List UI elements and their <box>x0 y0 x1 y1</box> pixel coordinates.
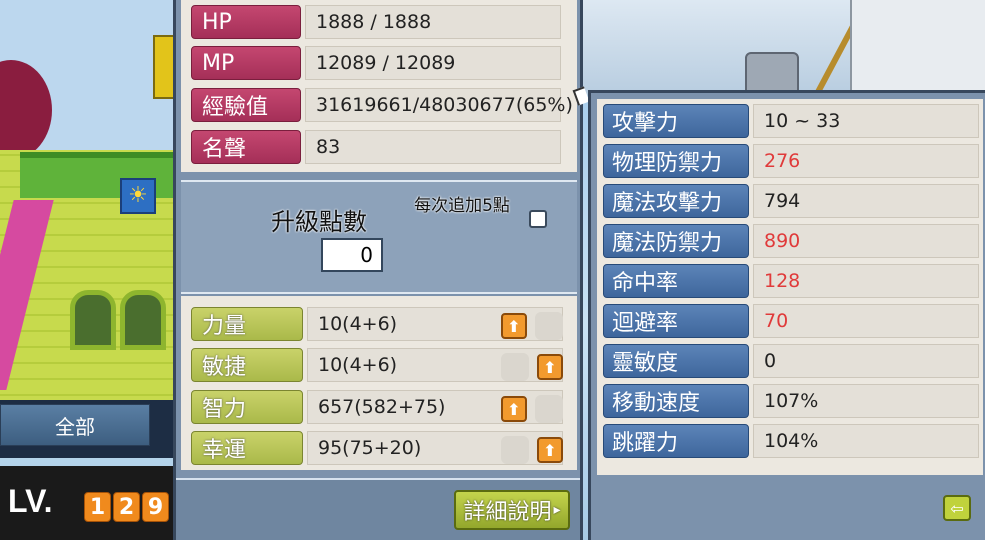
add-int-button[interactable]: ⬆ <box>501 396 527 422</box>
detail-value: 70 <box>753 304 979 338</box>
detail-label: 靈敏度 <box>603 344 749 378</box>
castle-window <box>70 290 116 350</box>
detail-row-attack: 攻擊力 10 ~ 33 <box>603 103 979 139</box>
ability-points-section: 升級點數 0 每次追加5點 <box>181 180 577 294</box>
detail-row-wdef: 物理防禦力 276 <box>603 143 979 179</box>
stat-row-fame: 名聲 83 <box>191 129 561 165</box>
detail-button[interactable]: 詳細說明 ▸ <box>454 490 570 530</box>
detail-value: 794 <box>753 184 979 218</box>
main-stats-section: 力量 10(4+6) ⬆ 敏捷 10(4+6) ⬆ 智力 657(582+75)… <box>181 296 577 470</box>
detail-row-jump: 跳躍力 104% <box>603 423 979 459</box>
disabled-slot <box>535 312 563 340</box>
stat-value: 1888 / 1888 <box>305 5 561 39</box>
disabled-slot <box>501 436 529 464</box>
stat-label: 力量 <box>191 307 303 341</box>
stat-window: HP 1888 / 1888 MP 12089 / 12089 經驗值 3161… <box>173 0 583 540</box>
level-digit: 2 <box>113 492 140 522</box>
sun-icon: ☀ <box>120 178 156 214</box>
detail-stats-section: 攻擊力 10 ~ 33 物理防禦力 276 魔法攻擊力 794 魔法防禦力 89… <box>597 99 983 475</box>
level-digit: 9 <box>142 492 169 522</box>
stat-value: 31619661/48030677(65%) <box>305 88 573 122</box>
stat-row-exp: 經驗值 31619661/48030677(65%) <box>191 87 573 123</box>
stat-label: 幸運 <box>191 431 303 465</box>
add-luk-button[interactable]: ⬆ <box>537 437 563 463</box>
detail-button-label: 詳細說明 <box>463 500 552 525</box>
ability-points-value: 0 <box>321 238 383 272</box>
level-digit: 1 <box>84 492 111 522</box>
collapse-button[interactable]: ⇦ <box>943 495 971 521</box>
castle-window <box>120 290 166 350</box>
detail-row-matk: 魔法攻擊力 794 <box>603 183 979 219</box>
detail-value: 0 <box>753 344 979 378</box>
stat-label: MP <box>191 46 301 80</box>
detail-label: 攻擊力 <box>603 104 749 138</box>
level-label: LV. <box>8 483 53 519</box>
detail-label: 命中率 <box>603 264 749 298</box>
tab-all[interactable]: 全部 <box>0 404 150 446</box>
stat-value: 12089 / 12089 <box>305 46 561 80</box>
stat-label: HP <box>191 5 301 39</box>
detail-value: 107% <box>753 384 979 418</box>
arrow-left-icon: ⇦ <box>950 498 964 518</box>
detail-row-hands: 靈敏度 0 <box>603 343 979 379</box>
detail-row-speed: 移動速度 107% <box>603 383 979 419</box>
stat-row-mp: MP 12089 / 12089 <box>191 45 561 81</box>
stone-tablet <box>850 0 985 90</box>
stat-label: 智力 <box>191 390 303 424</box>
level-digits: 1 2 9 <box>84 492 169 522</box>
detail-label: 魔法防禦力 <box>603 224 749 258</box>
detail-stat-window: 攻擊力 10 ~ 33 物理防禦力 276 魔法攻擊力 794 魔法防禦力 89… <box>588 90 985 540</box>
stat-value: 83 <box>305 130 561 164</box>
disabled-slot <box>501 353 529 381</box>
ability-points-label: 升級點數 <box>271 208 367 236</box>
detail-value: 104% <box>753 424 979 458</box>
disabled-slot <box>535 395 563 423</box>
detail-label: 跳躍力 <box>603 424 749 458</box>
add-str-button[interactable]: ⬆ <box>501 313 527 339</box>
rock <box>745 52 799 95</box>
detail-value: 276 <box>753 144 979 178</box>
detail-row-accuracy: 命中率 128 <box>603 263 979 299</box>
detail-row-avoid: 迴避率 70 <box>603 303 979 339</box>
basic-stats-section: HP 1888 / 1888 MP 12089 / 12089 經驗值 3161… <box>181 0 577 172</box>
detail-label: 物理防禦力 <box>603 144 749 178</box>
add-dex-button[interactable]: ⬆ <box>537 354 563 380</box>
detail-value: 10 ~ 33 <box>753 104 979 138</box>
stat-label: 名聲 <box>191 130 301 164</box>
detail-label: 魔法攻擊力 <box>603 184 749 218</box>
detail-value: 890 <box>753 224 979 258</box>
stat-label: 經驗值 <box>191 88 301 122</box>
detail-row-mdef: 魔法防禦力 890 <box>603 223 979 259</box>
dark-red-blob <box>0 60 52 160</box>
detail-label: 移動速度 <box>603 384 749 418</box>
chevron-right-icon: ▸ <box>553 502 561 518</box>
detail-label: 迴避率 <box>603 304 749 338</box>
stat-row-hp: HP 1888 / 1888 <box>191 4 561 40</box>
stat-label: 敏捷 <box>191 348 303 382</box>
per-add-5-label: 每次追加5點 <box>414 196 510 216</box>
castle-roof <box>20 152 180 198</box>
per-add-5-checkbox[interactable] <box>529 210 547 228</box>
detail-value: 128 <box>753 264 979 298</box>
